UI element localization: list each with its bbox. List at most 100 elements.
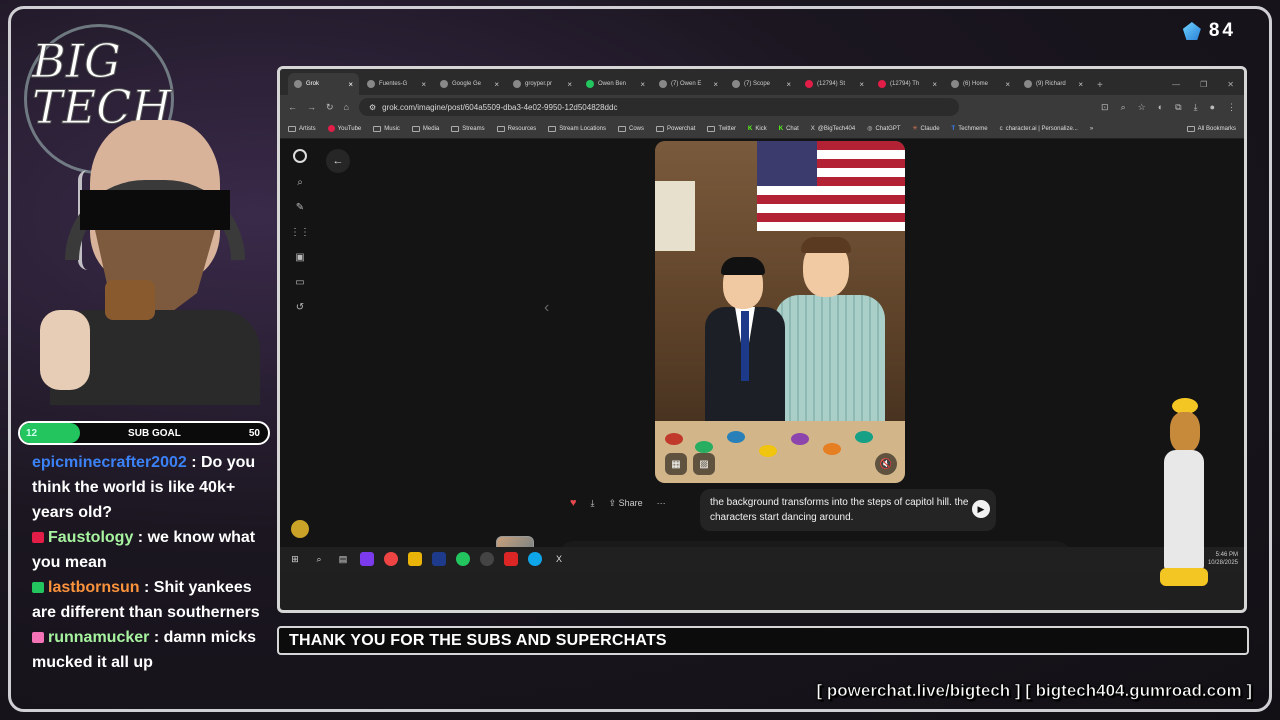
- forward-icon[interactable]: →: [307, 102, 316, 112]
- bookmark-item[interactable]: X @BigTech404: [811, 126, 855, 132]
- bookmark-item[interactable]: c character.ai | Personalize...: [1000, 126, 1078, 132]
- url-field[interactable]: ⚙ grok.com/imagine/post/604a5509-dba3-4e…: [358, 98, 959, 116]
- hair: [721, 257, 765, 275]
- app-icon[interactable]: [504, 552, 518, 566]
- tab-grok[interactable]: Grok ×: [288, 73, 359, 95]
- heart-icon[interactable]: ♥: [570, 497, 577, 509]
- tab-item[interactable]: (7) Scope ×: [726, 73, 797, 95]
- close-icon[interactable]: ×: [348, 80, 353, 89]
- minimize-icon[interactable]: —: [1172, 80, 1180, 89]
- tab-item[interactable]: (12794) Th ×: [872, 73, 943, 95]
- previous-icon[interactable]: ‹: [544, 299, 549, 317]
- maximize-icon[interactable]: ❐: [1200, 80, 1207, 89]
- tab-item[interactable]: (9) Richard ×: [1018, 73, 1089, 95]
- chatgpt-icon: ◎: [867, 126, 873, 132]
- play-button[interactable]: ▶: [972, 500, 990, 518]
- more-icon[interactable]: ···: [657, 498, 666, 508]
- star-icon[interactable]: ☆: [1138, 102, 1146, 113]
- install-icon[interactable]: ⊡: [1101, 102, 1109, 113]
- user-avatar[interactable]: [291, 520, 309, 538]
- app-icon[interactable]: [384, 552, 398, 566]
- bookmark-item[interactable]: YouTube: [327, 125, 361, 132]
- more-bookmarks-icon[interactable]: »: [1090, 126, 1093, 132]
- close-icon[interactable]: ×: [1005, 80, 1010, 89]
- search-icon[interactable]: ⌕: [297, 177, 303, 188]
- sub-goal-bar: 12 SUB GOAL 50: [18, 421, 270, 445]
- bookmark-item[interactable]: K Chat: [779, 126, 799, 132]
- back-icon[interactable]: ←: [288, 102, 297, 112]
- bookmark-item[interactable]: T Techmeme: [952, 126, 988, 132]
- steam-icon[interactable]: [432, 552, 446, 566]
- tab-label: Grok: [306, 81, 320, 87]
- profile-icon[interactable]: ●: [1210, 102, 1215, 113]
- search-icon[interactable]: ⌕: [312, 552, 326, 566]
- back-button[interactable]: ←: [326, 149, 350, 173]
- mute-icon[interactable]: 🔇: [875, 453, 897, 475]
- bookmark-item[interactable]: ◎ ChatGPT: [867, 125, 900, 133]
- bookmark-item[interactable]: Streams: [451, 125, 485, 132]
- grid-icon[interactable]: ▦: [665, 453, 687, 475]
- zoom-icon[interactable]: ⌕: [1121, 102, 1126, 113]
- voice-icon[interactable]: ⋮⋮: [290, 227, 310, 238]
- folder-icon: [411, 125, 420, 132]
- tab-item[interactable]: (12794) St ×: [799, 73, 870, 95]
- close-icon[interactable]: ×: [567, 80, 572, 89]
- generated-image[interactable]: ▦ ▨ 🔇: [655, 141, 905, 483]
- history-icon[interactable]: ↺: [296, 302, 304, 313]
- tab-item[interactable]: Owen Ben ×: [580, 73, 651, 95]
- x-icon[interactable]: X: [552, 552, 566, 566]
- close-icon[interactable]: ×: [1078, 80, 1083, 89]
- bookmark-item[interactable]: ✳ Claude: [913, 125, 940, 133]
- image-icon[interactable]: ▨: [693, 453, 715, 475]
- tab-item[interactable]: Fuentes-G ×: [361, 73, 432, 95]
- new-tab-icon[interactable]: +: [1097, 80, 1103, 91]
- app-icon[interactable]: [360, 552, 374, 566]
- bookmark-item[interactable]: Twitter: [707, 125, 736, 132]
- bookmark-item[interactable]: Resources: [496, 125, 536, 132]
- obs-icon[interactable]: [480, 552, 494, 566]
- close-icon[interactable]: ×: [713, 80, 718, 89]
- grok-logo-icon[interactable]: [293, 149, 307, 163]
- tab-item[interactable]: (6) Home ×: [945, 73, 1016, 95]
- close-icon[interactable]: ×: [932, 80, 937, 89]
- chrome-icon[interactable]: [456, 552, 470, 566]
- tab-item[interactable]: Google Ge ×: [434, 73, 505, 95]
- download-icon[interactable]: ⤓: [591, 498, 595, 509]
- windows-start-icon[interactable]: ⊞: [288, 552, 302, 566]
- menu-icon[interactable]: ⋮: [1227, 102, 1236, 113]
- imagine-icon[interactable]: ▣: [295, 252, 304, 263]
- telegram-icon[interactable]: [528, 552, 542, 566]
- extension-icon[interactable]: ◐: [1158, 102, 1163, 113]
- all-bookmarks[interactable]: All Bookmarks: [1186, 125, 1236, 132]
- reload-icon[interactable]: ↻: [326, 102, 334, 113]
- tab-label: (7) Owen E: [671, 81, 702, 87]
- system-clock[interactable]: 5:46 PM 10/28/2025: [1208, 551, 1244, 567]
- close-icon[interactable]: ×: [494, 80, 499, 89]
- grok-sidebar: ⌕ ✎ ⋮⋮ ▣ ▭ ↺ »: [280, 139, 320, 571]
- close-icon[interactable]: ×: [859, 80, 864, 89]
- bookmark-item[interactable]: Media: [411, 125, 439, 132]
- youtube-icon: [327, 125, 335, 132]
- projects-icon[interactable]: ▭: [295, 277, 304, 288]
- tab-item[interactable]: (7) Owen E ×: [653, 73, 724, 95]
- bookmark-item[interactable]: Cows: [618, 125, 644, 132]
- close-icon[interactable]: ×: [421, 80, 426, 89]
- tab-item[interactable]: groyper.pr ×: [507, 73, 578, 95]
- bookmark-item[interactable]: Music: [373, 125, 400, 132]
- home-icon[interactable]: ⌂: [344, 102, 349, 112]
- share-button[interactable]: ⇪ Share: [609, 498, 643, 509]
- bookmark-item[interactable]: Artists: [288, 125, 316, 132]
- share-icon: ⇪: [608, 497, 617, 508]
- bookmark-item[interactable]: K Kick: [748, 126, 767, 132]
- close-icon[interactable]: ×: [786, 80, 791, 89]
- download-icon[interactable]: ⤓: [1194, 102, 1198, 113]
- extensions-icon[interactable]: ⧉: [1175, 102, 1181, 113]
- edit-icon[interactable]: ✎: [296, 202, 304, 213]
- bookmark-item[interactable]: Powerchat: [656, 125, 695, 132]
- close-window-icon[interactable]: ✕: [1227, 80, 1234, 89]
- close-icon[interactable]: ×: [640, 80, 645, 89]
- site-info-icon[interactable]: ⚙: [369, 103, 376, 112]
- task-view-icon[interactable]: ▤: [336, 552, 350, 566]
- bookmark-item[interactable]: Stream Locations: [548, 125, 606, 132]
- file-explorer-icon[interactable]: [408, 552, 422, 566]
